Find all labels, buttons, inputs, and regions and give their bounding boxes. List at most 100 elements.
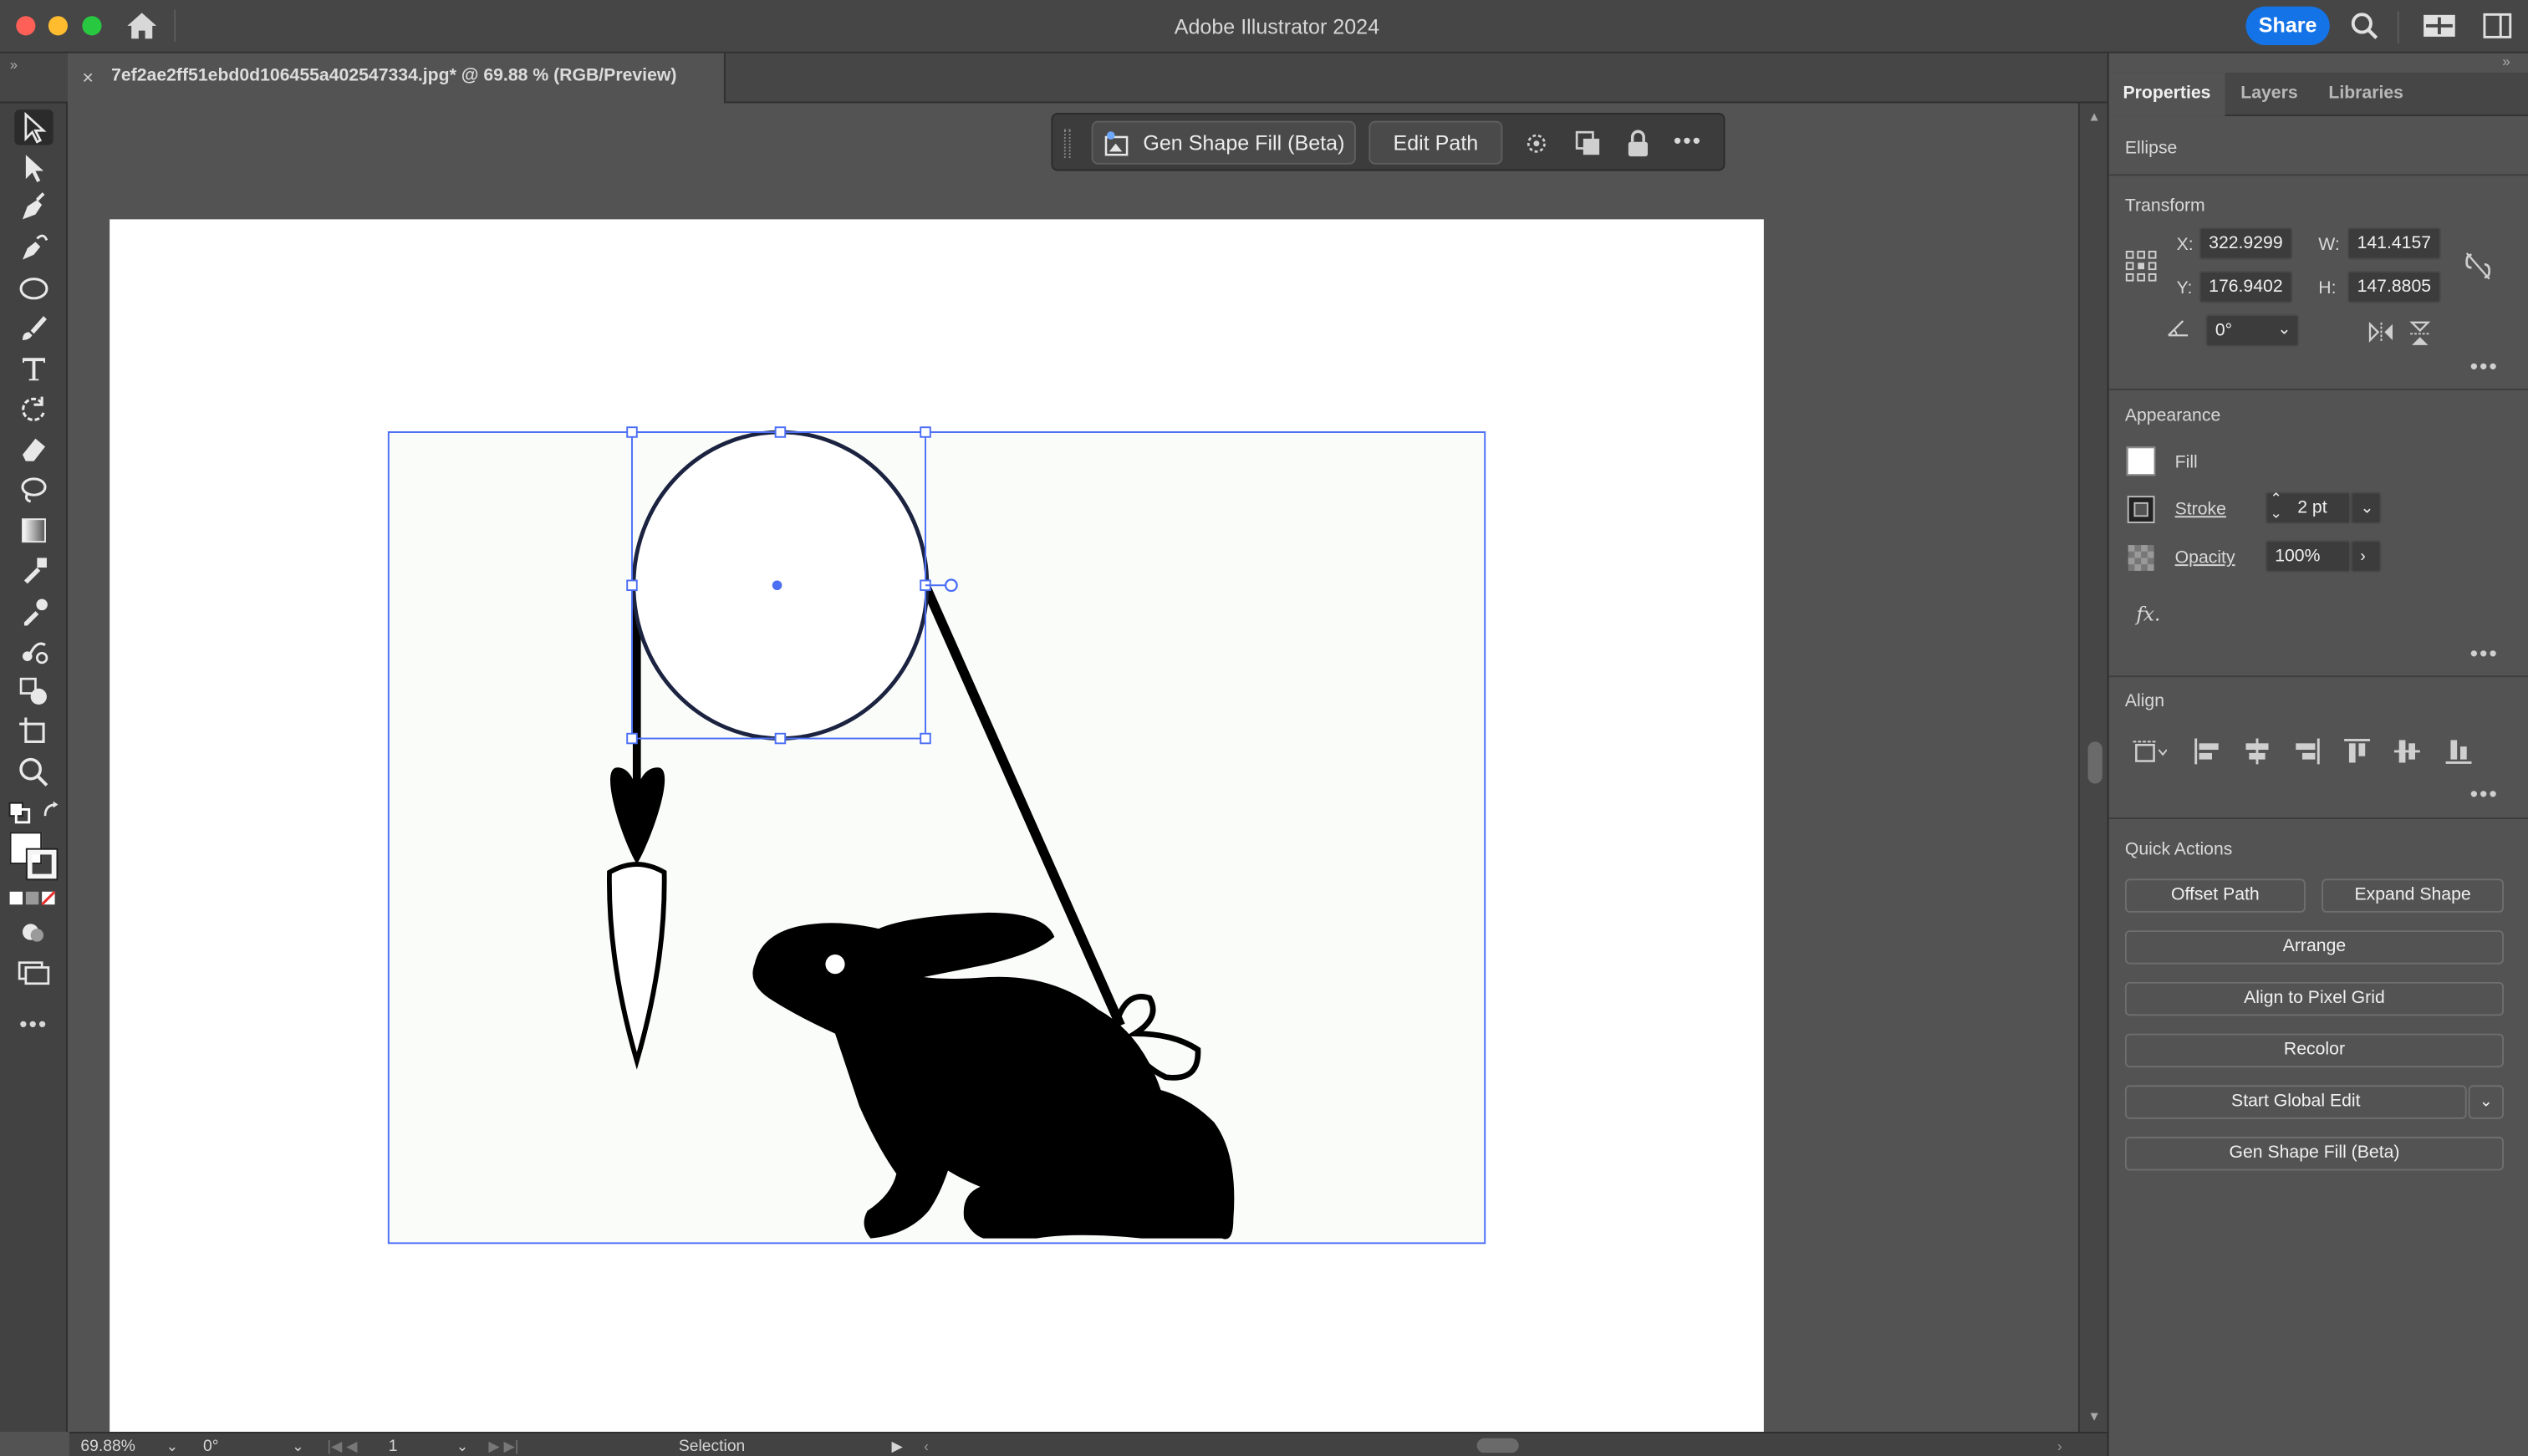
global-edit-options-button[interactable]: ⌄ (2468, 1085, 2505, 1119)
align-horizontal-center-icon[interactable] (2243, 737, 2272, 766)
pen-tool[interactable] (14, 191, 53, 226)
rotation-field[interactable]: 0° ⌄ (2205, 314, 2300, 347)
type-tool[interactable] (14, 352, 53, 387)
scroll-left-icon[interactable]: ‹ (924, 1438, 929, 1454)
artwork[interactable] (110, 219, 1764, 1432)
align-bottom-icon[interactable] (2444, 737, 2474, 766)
horizontal-scroll-thumb[interactable] (1476, 1438, 1519, 1453)
align-vertical-center-icon[interactable] (2393, 737, 2422, 766)
lock-icon[interactable] (1622, 127, 1654, 160)
h-field[interactable]: 147.8805 (2347, 271, 2441, 303)
stroke-color-swatch[interactable] (2127, 495, 2156, 524)
default-colors-icon[interactable] (8, 802, 31, 824)
shape-builder-tool[interactable] (14, 674, 53, 709)
offset-path-button[interactable]: Offset Path (2124, 878, 2306, 913)
paintbrush-tool[interactable] (14, 311, 53, 346)
opacity-label[interactable]: Opacity (2175, 548, 2235, 568)
draw-mode-icon[interactable] (18, 919, 50, 945)
scroll-down-icon[interactable]: ▼ (2087, 1409, 2100, 1423)
fx-icon[interactable]: fx. (2136, 603, 2160, 625)
w-field[interactable]: 141.4157 (2347, 227, 2441, 260)
edit-path-button[interactable]: Edit Path (1368, 120, 1503, 165)
start-global-edit-button[interactable]: Start Global Edit (2124, 1085, 2467, 1119)
opacity-expand[interactable]: › (2350, 540, 2382, 573)
stroke-dropdown[interactable]: ⌄ (2350, 491, 2382, 524)
stroke-swatch[interactable] (25, 848, 59, 881)
panel-toggle-icon[interactable] (2481, 12, 2514, 41)
artboard-dropdown-icon[interactable]: ⌄ (456, 1438, 469, 1456)
stroke-weight-field[interactable]: ⌃ ⌄ 2 pt (2265, 491, 2351, 524)
recolor-button[interactable]: Recolor (2124, 1033, 2505, 1068)
zoom-tool[interactable] (14, 755, 53, 790)
align-right-icon[interactable] (2292, 737, 2322, 766)
more-options-icon[interactable]: ••• (1674, 127, 1702, 153)
canvas[interactable]: Gen Shape Fill (Beta) Edit Path ••• (69, 103, 2078, 1433)
artboard-nav-icons[interactable]: |◀ ◀ (327, 1438, 357, 1456)
scroll-right-icon[interactable]: › (2057, 1438, 2062, 1454)
align-to-selection-icon[interactable] (2132, 737, 2167, 766)
blend-tool[interactable] (14, 634, 53, 669)
fill-color-swatch[interactable] (2126, 446, 2156, 476)
collapse-toolbar-icon[interactable]: ›› (10, 57, 18, 73)
align-top-icon[interactable] (2342, 737, 2372, 766)
swap-colors-icon[interactable] (40, 800, 63, 822)
eyedropper-tool[interactable] (14, 593, 53, 629)
gen-shape-fill-panel-button[interactable]: Gen Shape Fill (Beta) (2124, 1137, 2505, 1171)
align-to-pixel-grid-button[interactable]: Align to Pixel Grid (2124, 981, 2505, 1016)
stroke-stepper-icon[interactable]: ⌃ ⌄ (2270, 491, 2282, 521)
share-button[interactable]: Share (2245, 6, 2330, 46)
artboard-number[interactable]: 1 (389, 1438, 398, 1456)
artboard-tool[interactable] (14, 715, 53, 750)
drag-handle[interactable] (1063, 129, 1071, 159)
tab-libraries[interactable]: Libraries (2313, 73, 2418, 116)
expand-shape-button[interactable]: Expand Shape (2322, 878, 2505, 913)
pie-widget-handle[interactable] (944, 578, 958, 593)
reference-point-icon[interactable] (2125, 250, 2158, 283)
arrange-button[interactable]: Arrange (2124, 930, 2505, 965)
artboard-next-icons[interactable]: ▶ ▶| (488, 1438, 518, 1456)
align-more-icon[interactable]: ••• (2470, 781, 2499, 807)
search-icon[interactable] (2349, 12, 2382, 41)
zoom-dropdown-icon[interactable]: ⌄ (166, 1438, 179, 1456)
scroll-up-icon[interactable]: ▲ (2087, 109, 2100, 124)
constrain-proportions-icon[interactable] (2464, 250, 2493, 283)
edit-toolbar-icon[interactable]: ••• (19, 1011, 48, 1037)
flip-horizontal-icon[interactable] (2367, 321, 2396, 344)
rotation-view[interactable]: 0° (203, 1438, 218, 1456)
gen-shape-fill-button[interactable]: Gen Shape Fill (Beta) (1091, 120, 1356, 165)
direct-selection-tool[interactable] (14, 150, 53, 185)
transform-more-icon[interactable]: ••• (2470, 353, 2499, 379)
mesh-tool[interactable] (14, 553, 53, 588)
opacity-icon[interactable] (2127, 543, 2156, 573)
ellipse-tool[interactable] (14, 271, 53, 306)
selection-tool[interactable] (14, 109, 54, 145)
duplicate-icon[interactable] (1572, 127, 1604, 160)
status-menu-icon[interactable]: ▶ (891, 1438, 902, 1456)
rotate-tool[interactable] (14, 392, 53, 427)
opacity-field[interactable]: 100% (2265, 540, 2351, 573)
rotation-dropdown-icon[interactable]: ⌄ (292, 1438, 304, 1456)
artboard[interactable] (110, 219, 1764, 1433)
rotation-dropdown-icon[interactable]: ⌄ (2277, 316, 2291, 345)
tab-layers[interactable]: Layers (2225, 73, 2313, 116)
tab-properties[interactable]: Properties (2108, 72, 2225, 116)
lasso-tool[interactable] (14, 472, 53, 507)
isolate-icon[interactable] (1521, 127, 1553, 160)
close-document-icon[interactable]: × (82, 66, 94, 89)
scrollbar-thumb[interactable] (2087, 741, 2102, 784)
align-left-icon[interactable] (2193, 737, 2222, 766)
curvature-tool[interactable] (14, 231, 53, 266)
document-tab[interactable]: × 7ef2ae2ff51ebd0d106455a402547334.jpg* … (67, 53, 726, 104)
y-field[interactable]: 176.9402 (2199, 271, 2293, 303)
zoom-level[interactable]: 69.88% (80, 1438, 135, 1456)
appearance-more-icon[interactable]: ••• (2470, 640, 2499, 666)
x-field[interactable]: 322.9299 (2199, 227, 2293, 260)
stroke-label[interactable]: Stroke (2175, 500, 2226, 519)
screen-mode-icon[interactable] (16, 960, 51, 985)
gradient-tool[interactable] (14, 512, 53, 547)
flip-vertical-icon[interactable] (2408, 319, 2431, 349)
eraser-tool[interactable] (14, 432, 53, 467)
vertical-scrollbar[interactable]: ▲ ▼ (2077, 103, 2108, 1433)
collapse-panel-icon[interactable]: ›› (2502, 53, 2510, 69)
workspace-layout-icon[interactable] (2424, 12, 2456, 41)
